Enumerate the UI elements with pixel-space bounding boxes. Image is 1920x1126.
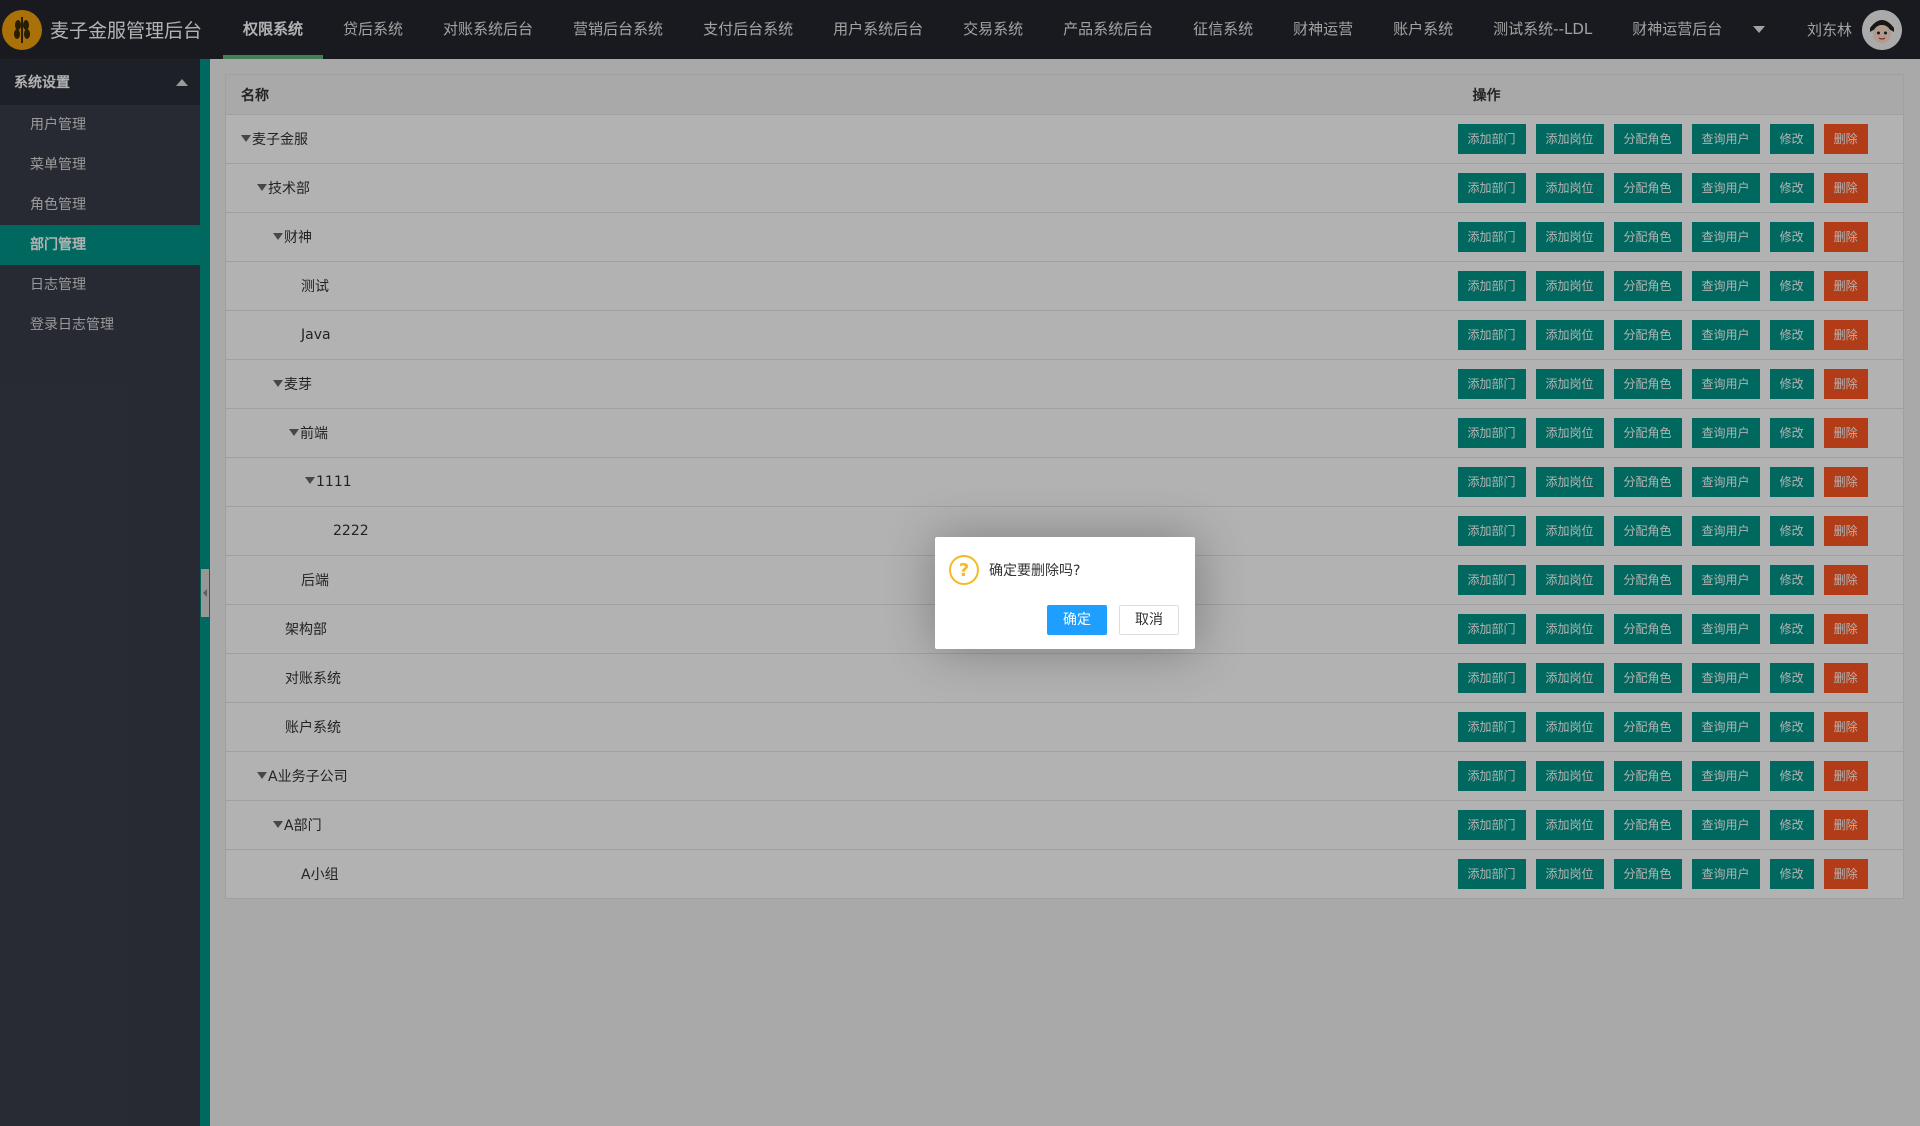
- confirm-button[interactable]: 确定: [1047, 605, 1107, 635]
- question-icon: ?: [949, 555, 979, 585]
- cancel-button[interactable]: 取消: [1119, 605, 1179, 635]
- dialog-message: 确定要删除吗?: [989, 563, 1081, 579]
- confirm-dialog: ? 确定要删除吗? 确定 取消: [935, 537, 1195, 649]
